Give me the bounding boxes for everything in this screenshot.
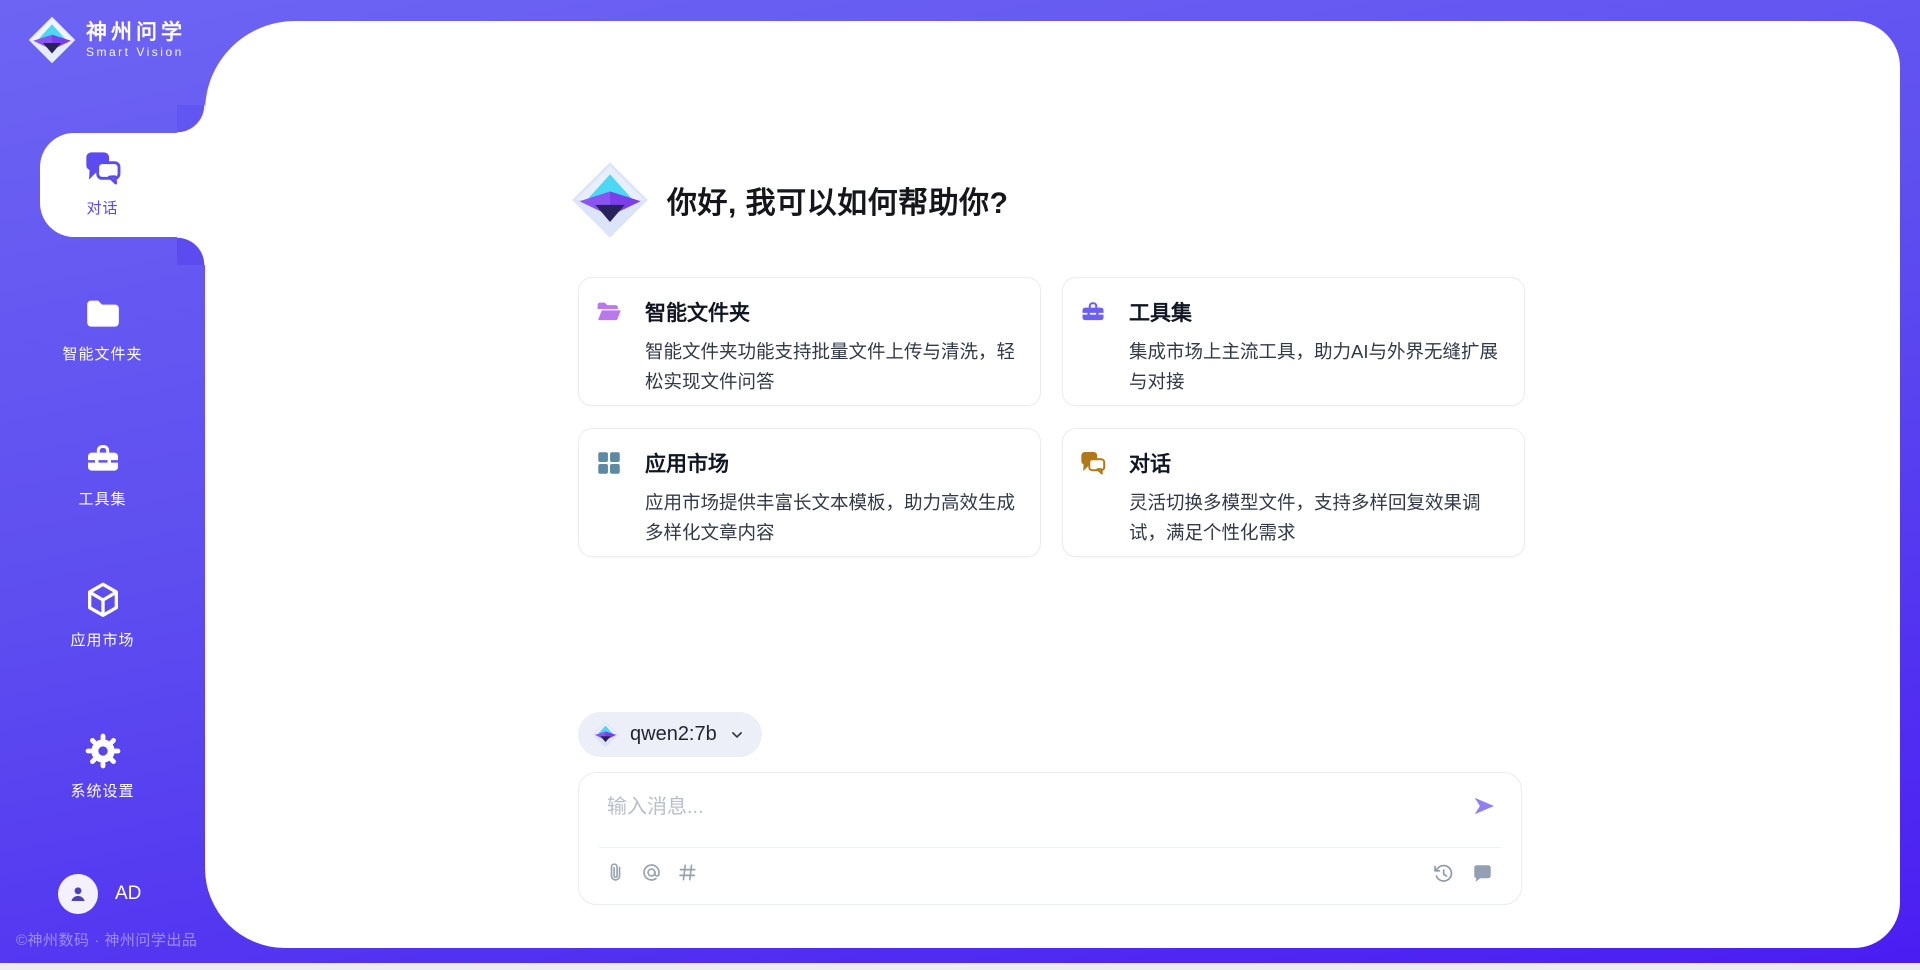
card-description: 智能文件夹功能支持批量文件上传与清洗，轻松实现文件问答 <box>645 337 1016 397</box>
sidebar-item-label: 工具集 <box>78 488 126 509</box>
sidebar-item-app-market[interactable]: 应用市场 <box>0 580 205 650</box>
folder-open-icon <box>595 298 645 326</box>
window-bottom-edge <box>0 963 1920 970</box>
toolbox-icon <box>83 439 123 479</box>
gear-icon <box>83 731 123 771</box>
greeting-title: 你好, 我可以如何帮助你? <box>667 178 1009 222</box>
chat-icon <box>83 148 123 188</box>
card-title: 智能文件夹 <box>645 297 750 327</box>
history-button[interactable] <box>1432 862 1455 885</box>
main-content: 你好, 我可以如何帮助你? 智能文件夹 智能文件夹功能支持批量文件 <box>205 21 1900 948</box>
hero: 你好, 我可以如何帮助你? <box>571 161 1009 239</box>
card-smart-folder[interactable]: 智能文件夹 智能文件夹功能支持批量文件上传与清洗，轻松实现文件问答 <box>578 277 1041 406</box>
chat-bubble-button[interactable] <box>1471 862 1494 885</box>
card-description: 灵活切换多模型文件，支持多样回复效果调试，满足个性化需求 <box>1129 488 1500 548</box>
model-diamond-icon <box>592 721 619 748</box>
copyright-text: ©神州数码 · 神州问学出品 <box>16 929 206 950</box>
send-icon <box>1471 793 1497 819</box>
card-toolset[interactable]: 工具集 集成市场上主流工具，助力AI与外界无缝扩展与对接 <box>1062 277 1525 406</box>
folder-icon <box>83 294 123 334</box>
brand-logo: 神州问学 Smart Vision <box>28 16 186 64</box>
topic-button[interactable] <box>676 861 699 884</box>
sidebar-item-label: 智能文件夹 <box>62 343 142 364</box>
at-icon <box>640 861 663 884</box>
person-icon <box>66 882 90 906</box>
message-composer <box>578 772 1522 905</box>
sidebar-item-toolset[interactable]: 工具集 <box>0 439 205 509</box>
brand-diamond-icon <box>28 16 76 64</box>
user-name: AD <box>115 883 141 905</box>
mention-button[interactable] <box>640 861 663 884</box>
brand-subtitle: Smart Vision <box>86 45 186 59</box>
chat-icon <box>1079 449 1129 477</box>
history-icon <box>1432 862 1455 885</box>
card-app-market[interactable]: 应用市场 应用市场提供丰富长文本模板，助力高效生成多样化文章内容 <box>578 428 1041 557</box>
card-title: 应用市场 <box>645 448 729 478</box>
model-selector[interactable]: qwen2:7b <box>578 712 762 757</box>
sidebar-item-settings[interactable]: 系统设置 <box>0 731 205 801</box>
paperclip-icon <box>605 861 628 884</box>
sidebar-item-label: 应用市场 <box>70 629 134 650</box>
active-nav-fillet-bottom <box>177 237 205 265</box>
feature-cards: 智能文件夹 智能文件夹功能支持批量文件上传与清洗，轻松实现文件问答 工具集 集成… <box>578 277 1525 557</box>
sidebar: 神州问学 Smart Vision 对话 <box>0 0 205 970</box>
attach-file-button[interactable] <box>605 861 628 884</box>
card-title: 对话 <box>1129 448 1171 478</box>
active-nav-fillet-top <box>177 105 205 133</box>
sidebar-item-smart-folder[interactable]: 智能文件夹 <box>0 294 205 364</box>
sidebar-item-chat[interactable]: 对话 <box>0 148 205 218</box>
cube-icon <box>83 580 123 620</box>
hash-icon <box>676 861 699 884</box>
card-chat[interactable]: 对话 灵活切换多模型文件，支持多样回复效果调试，满足个性化需求 <box>1062 428 1525 557</box>
chat-bubble-icon <box>1471 862 1494 885</box>
model-name: qwen2:7b <box>630 723 717 746</box>
composer-divider <box>599 847 1501 848</box>
app-window: 神州问学 Smart Vision 对话 <box>0 0 1920 970</box>
card-description: 应用市场提供丰富长文本模板，助力高效生成多样化文章内容 <box>645 488 1016 548</box>
brand-title: 神州问学 <box>86 21 186 45</box>
grid-icon <box>595 449 645 477</box>
card-description: 集成市场上主流工具，助力AI与外界无缝扩展与对接 <box>1129 337 1500 397</box>
hero-diamond-icon <box>571 161 649 239</box>
chevron-down-icon <box>728 726 746 744</box>
message-input[interactable] <box>607 790 1407 836</box>
send-button[interactable] <box>1471 793 1497 819</box>
sidebar-item-label: 系统设置 <box>70 780 134 801</box>
sidebar-item-label: 对话 <box>86 197 118 218</box>
user-menu[interactable]: AD <box>58 874 141 914</box>
brand-text: 神州问学 Smart Vision <box>86 21 186 59</box>
toolbox-icon <box>1079 298 1129 326</box>
card-title: 工具集 <box>1129 297 1192 327</box>
avatar <box>58 874 98 914</box>
